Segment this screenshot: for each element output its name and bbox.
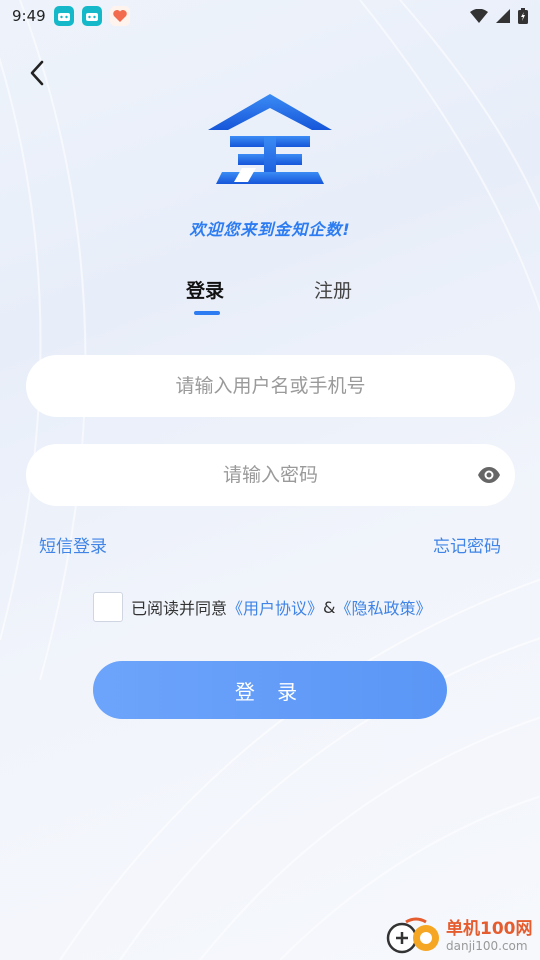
tab-active-indicator bbox=[194, 311, 220, 315]
app-notification-icon bbox=[81, 6, 102, 26]
agreement-checkbox[interactable] bbox=[93, 592, 123, 622]
status-time: 9:49 bbox=[12, 7, 46, 25]
back-button[interactable] bbox=[22, 58, 52, 88]
chevron-left-icon bbox=[30, 60, 44, 86]
welcome-text: 欢迎您来到金知企数! bbox=[189, 220, 351, 239]
status-bar: 9:49 bbox=[0, 0, 540, 32]
agreement-prefix: 已阅读并同意 bbox=[131, 599, 228, 618]
heart-app-icon bbox=[109, 6, 130, 26]
tab-register[interactable]: 注册 bbox=[314, 276, 352, 303]
username-input[interactable] bbox=[26, 374, 515, 398]
eye-icon[interactable] bbox=[477, 463, 501, 487]
status-left: 9:49 bbox=[12, 6, 130, 26]
app-notification-icon bbox=[53, 6, 74, 26]
status-right bbox=[470, 8, 528, 24]
agreement-amp: & bbox=[323, 597, 336, 617]
sms-login-link[interactable]: 短信登录 bbox=[39, 532, 107, 557]
login-button[interactable]: 登 录 bbox=[93, 661, 447, 719]
privacy-policy-link[interactable]: 《隐私政策》 bbox=[336, 595, 432, 619]
watermark-text: 单机100网 danji100.com bbox=[446, 919, 533, 953]
forgot-password-link[interactable]: 忘记密码 bbox=[433, 532, 501, 557]
user-agreement-link[interactable]: 《用户协议》 bbox=[227, 595, 323, 619]
username-field[interactable] bbox=[26, 355, 515, 417]
tab-login[interactable]: 登录 bbox=[186, 276, 224, 303]
password-field[interactable] bbox=[26, 444, 515, 506]
agreement-row: 已阅读并同意 《用户协议》 & 《隐私政策》 bbox=[93, 592, 432, 622]
battery-icon bbox=[518, 8, 528, 24]
auth-tabs: 登录 注册 bbox=[0, 276, 540, 320]
watermark-en: danji100.com bbox=[446, 939, 528, 953]
wifi-icon bbox=[470, 9, 488, 23]
watermark-logo-icon bbox=[386, 917, 439, 954]
password-input[interactable] bbox=[26, 463, 515, 487]
watermark: 单机100网 danji100.com bbox=[386, 914, 536, 958]
signal-icon bbox=[496, 9, 510, 23]
watermark-cn: 单机100网 bbox=[446, 919, 533, 939]
app-logo bbox=[208, 94, 332, 184]
